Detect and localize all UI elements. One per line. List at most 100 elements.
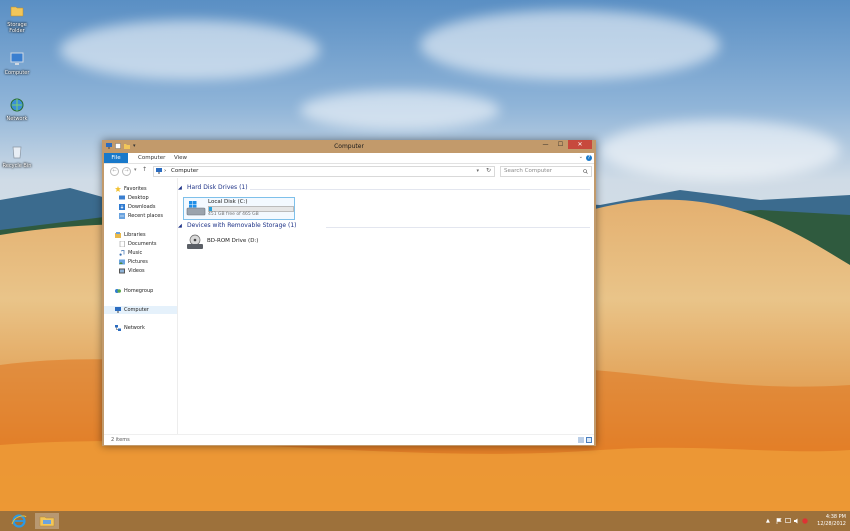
search-icon[interactable]	[583, 169, 588, 174]
drive-name: Local Disk (C:)	[208, 199, 248, 205]
close-button[interactable]: ✕	[568, 140, 592, 149]
title-bar[interactable]: ▾ Computer — ☐ ✕	[102, 140, 596, 153]
expand-ribbon-icon[interactable]: ⌄	[579, 154, 583, 160]
nav-label: Recent places	[128, 213, 163, 219]
clock-time: 4:38 PM	[825, 514, 846, 520]
nav-label: Desktop	[128, 195, 149, 201]
recent-locations-icon[interactable]: ▾	[134, 167, 137, 173]
folder-icon	[10, 6, 24, 17]
group-divider	[250, 189, 590, 190]
nav-label: Music	[128, 250, 143, 256]
collapse-group-icon[interactable]: ◢	[178, 185, 182, 191]
navigation-pane: Favorites Desktop Downloads Recent place…	[104, 178, 178, 434]
computer-icon	[156, 168, 162, 174]
star-icon	[115, 186, 121, 192]
flag-icon[interactable]	[802, 518, 808, 524]
desktop-icon-computer[interactable]: Computer	[2, 51, 32, 76]
desktop-icon-label: Storage Folder	[7, 22, 27, 34]
desktop-icon	[119, 195, 125, 200]
group-header-hard-disk-drives[interactable]: Hard Disk Drives (1)	[187, 184, 248, 191]
taskbar: ▲ 4:38 PM 12/28/2012	[0, 511, 850, 531]
action-center-icon[interactable]	[776, 518, 782, 524]
nav-label: Downloads	[128, 204, 156, 210]
search-box[interactable]: Search Computer	[500, 166, 592, 177]
tab-view[interactable]: View	[174, 153, 187, 163]
status-bar: 2 items	[104, 434, 594, 445]
nav-videos[interactable]: Videos	[104, 267, 177, 275]
forward-button[interactable]: →	[122, 167, 131, 176]
address-row: ← → ▾ ↑ › Computer ▾ ↻ Search Computer	[104, 164, 594, 178]
desktop-icon-recycle-bin[interactable]: Recycle Bin	[2, 144, 32, 169]
nav-label: Videos	[128, 268, 145, 274]
nav-desktop[interactable]: Desktop	[104, 194, 177, 202]
ribbon-tabs: File Computer View ⌄ ?	[104, 153, 594, 164]
nav-label: Favorites	[124, 186, 147, 192]
videos-icon	[119, 268, 125, 274]
large-icons-view-icon[interactable]	[586, 437, 592, 443]
nav-documents[interactable]: Documents	[104, 240, 177, 248]
nav-label: Computer	[124, 307, 149, 313]
network-icon	[10, 98, 24, 112]
desktop-icon-label: Network	[6, 116, 28, 122]
pictures-icon	[119, 259, 125, 265]
breadcrumb-separator[interactable]: ›	[164, 168, 166, 174]
group-divider	[326, 227, 590, 228]
nav-label: Libraries	[124, 232, 146, 238]
show-hidden-icons-icon[interactable]: ▲	[766, 518, 772, 524]
nav-homegroup[interactable]: Homegroup	[104, 287, 177, 295]
documents-icon	[119, 241, 125, 247]
downloads-icon	[119, 204, 125, 210]
desktop-icon-storage-folder[interactable]: Storage Folder	[2, 3, 32, 34]
breadcrumb-computer[interactable]: Computer	[171, 168, 198, 174]
up-button[interactable]: ↑	[142, 166, 147, 173]
nav-computer[interactable]: Computer	[104, 306, 177, 314]
nav-recent-places[interactable]: Recent places	[104, 212, 177, 220]
details-view-icon[interactable]	[578, 437, 584, 443]
refresh-icon[interactable]: ↻	[486, 167, 491, 174]
desktop-icon-network[interactable]: Network	[2, 97, 32, 122]
minimize-button[interactable]: —	[538, 140, 553, 149]
computer-icon	[10, 52, 24, 65]
nav-network[interactable]: Network	[104, 324, 177, 332]
libraries-icon	[115, 232, 121, 238]
group-header-removable-storage[interactable]: Devices with Removable Storage (1)	[187, 222, 296, 229]
help-icon[interactable]: ?	[586, 155, 592, 161]
recent-places-icon	[119, 213, 125, 219]
volume-icon[interactable]	[794, 518, 800, 524]
network-icon[interactable]	[785, 518, 791, 524]
drive-free-space: 451 GB free of 465 GB	[208, 212, 259, 217]
music-icon	[119, 250, 125, 256]
nav-downloads[interactable]: Downloads	[104, 203, 177, 211]
nav-libraries[interactable]: Libraries	[104, 231, 177, 239]
internet-explorer-button[interactable]	[7, 513, 31, 529]
computer-icon	[115, 307, 121, 313]
item-count: 2 items	[111, 437, 130, 443]
maximize-button[interactable]: ☐	[553, 140, 568, 149]
drive-local-disk-c[interactable]: Local Disk (C:) 451 GB free of 465 GB	[183, 197, 295, 220]
nav-label: Network	[124, 325, 145, 331]
file-explorer-button[interactable]	[35, 513, 59, 529]
drive-name: BD-ROM Drive (D:)	[207, 238, 259, 244]
back-button[interactable]: ←	[110, 167, 119, 176]
search-input[interactable]: Search Computer	[504, 168, 552, 174]
address-bar[interactable]: › Computer ▾ ↻	[153, 166, 495, 177]
drive-usage-fill	[209, 207, 212, 211]
explorer-window: ▾ Computer — ☐ ✕ File Computer View ⌄ ? …	[102, 140, 596, 446]
homegroup-icon	[115, 289, 121, 293]
clock[interactable]: 4:38 PM 12/28/2012	[810, 514, 846, 528]
nav-pictures[interactable]: Pictures	[104, 258, 177, 266]
system-tray: ▲ 4:38 PM 12/28/2012	[766, 513, 846, 529]
cloud	[420, 10, 720, 80]
file-explorer-icon	[39, 516, 55, 527]
tab-file[interactable]: File	[104, 153, 128, 163]
desktop-icon-label: Recycle Bin	[2, 163, 32, 169]
drive-bd-rom-d[interactable]: BD-ROM Drive (D:)	[183, 233, 293, 251]
nav-label: Documents	[128, 241, 157, 247]
tab-computer[interactable]: Computer	[138, 153, 165, 163]
address-dropdown-icon[interactable]: ▾	[476, 168, 479, 174]
nav-music[interactable]: Music	[104, 249, 177, 257]
collapse-group-icon[interactable]: ◢	[178, 223, 182, 229]
window-title: Computer	[334, 143, 364, 150]
clock-date: 12/28/2012	[817, 521, 846, 527]
nav-favorites[interactable]: Favorites	[104, 185, 177, 193]
